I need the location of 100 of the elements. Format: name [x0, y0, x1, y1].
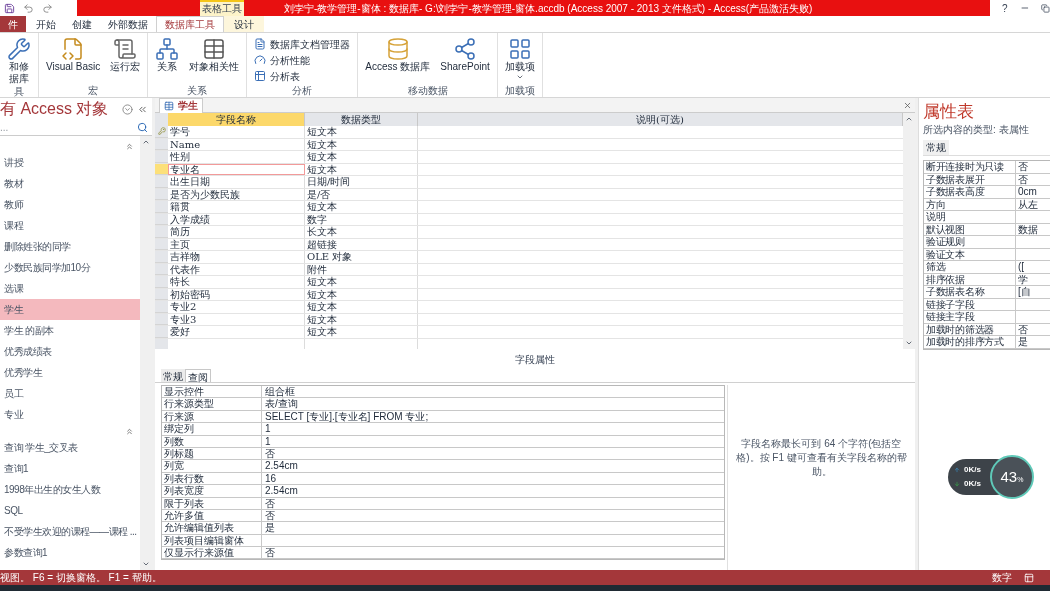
table-cell[interactable]: 特长	[168, 276, 305, 288]
table-cell[interactable]: 籍贯	[168, 201, 305, 213]
nav-item[interactable]: 查询 学生_交叉表	[0, 437, 140, 458]
table-cell[interactable]: 短文本	[305, 301, 418, 313]
nav-item[interactable]: 课程	[0, 215, 140, 236]
help-button[interactable]: ?	[1002, 0, 1008, 16]
redo-icon[interactable]	[42, 2, 53, 14]
row-selector[interactable]	[155, 251, 168, 263]
table-cell[interactable]: 出生日期	[168, 176, 305, 188]
table-cell[interactable]: 短文本	[305, 276, 418, 288]
scroll-down-icon[interactable]	[905, 339, 913, 347]
property-value[interactable]: 否	[262, 497, 724, 509]
table-cell[interactable]: 超链接	[305, 238, 418, 250]
property-value[interactable]: 否	[262, 447, 724, 460]
table-cell[interactable]: 数字	[305, 213, 418, 225]
search-field[interactable]: ...	[0, 120, 137, 135]
table-cell[interactable]: 学号	[168, 126, 305, 138]
ribbon-button[interactable]: 和修 据库	[3, 33, 35, 85]
collapse-icon[interactable]	[125, 141, 134, 151]
scroll-up-icon[interactable]	[905, 115, 913, 123]
nav-item[interactable]: 学生 的副本	[0, 320, 140, 341]
table-cell[interactable]: 短文本	[305, 138, 418, 150]
row-selector[interactable]	[155, 276, 168, 288]
table-cell[interactable]: 短文本	[305, 288, 418, 300]
property-value[interactable]: 数据	[1016, 223, 1050, 235]
column-header[interactable]: 数据类型	[305, 113, 418, 126]
row-selector[interactable]	[155, 126, 168, 138]
row-selector[interactable]	[155, 338, 168, 349]
ribbon-button[interactable]: 对象相关性	[185, 33, 244, 73]
scrollbar[interactable]	[140, 136, 152, 570]
column-header[interactable]: 字段名称	[168, 113, 305, 126]
table-cell[interactable]: 短文本	[305, 201, 418, 213]
save-icon[interactable]	[4, 2, 15, 14]
ribbon-button[interactable]: Visual Basic	[42, 33, 105, 73]
table-cell[interactable]: 吉祥物	[168, 251, 305, 263]
nav-item[interactable]: 优秀学生	[0, 362, 140, 383]
table-cell[interactable]: 短文本	[305, 151, 418, 163]
table-cell[interactable]: 简历	[168, 226, 305, 238]
ribbon-tab[interactable]: 创建	[64, 16, 100, 32]
property-tab[interactable]: 常规	[923, 140, 949, 155]
table-cell[interactable]: 短文本	[305, 326, 418, 338]
table-cell[interactable]: 短文本	[305, 163, 418, 175]
restore-icon[interactable]	[1041, 3, 1050, 13]
property-value[interactable]: 否	[1016, 173, 1050, 185]
row-selector[interactable]	[155, 151, 168, 163]
scrollbar[interactable]	[903, 113, 915, 349]
property-value[interactable]: 2.54cm	[262, 485, 724, 497]
ribbon-tab[interactable]: 开始	[28, 16, 64, 32]
property-tab[interactable]: 查阅	[185, 369, 211, 382]
nav-item[interactable]: 少数民族同学加10分	[0, 257, 140, 278]
property-value[interactable]: 是	[1016, 336, 1050, 348]
nav-item[interactable]: 删除姓张的同学	[0, 236, 140, 257]
row-selector[interactable]	[155, 201, 168, 213]
ribbon-button[interactable]: 数据库文档管理器	[250, 36, 355, 52]
nav-item[interactable]: 1998年出生的女生人数	[0, 479, 140, 500]
nav-item[interactable]: 选课	[0, 278, 140, 299]
nav-item[interactable]: 教师	[0, 194, 140, 215]
row-selector[interactable]	[155, 226, 168, 238]
property-value[interactable]: 组合框	[262, 386, 724, 398]
property-value[interactable]: 0cm	[1016, 186, 1050, 198]
ribbon-button[interactable]: 加载项	[500, 33, 539, 81]
property-value[interactable]: 1	[262, 423, 724, 435]
property-tab[interactable]: 常规	[161, 369, 185, 382]
ribbon-button[interactable]: 分析性能	[250, 52, 355, 68]
dropdown-icon[interactable]	[122, 103, 133, 115]
nav-item[interactable]: 优秀成绩表	[0, 341, 140, 362]
property-value[interactable]: 否	[1016, 323, 1050, 335]
table-cell[interactable]: 主页	[168, 238, 305, 250]
property-value[interactable]: [自	[1016, 286, 1050, 298]
view-icon[interactable]	[1024, 572, 1034, 583]
table-cell[interactable]: 代表作	[168, 263, 305, 275]
ribbon-button[interactable]: Access 数据库	[361, 33, 435, 73]
property-value[interactable]: 表/查询	[262, 398, 724, 410]
ribbon-tab[interactable]: 外部数据	[100, 16, 156, 32]
table-cell[interactable]: 性别	[168, 151, 305, 163]
property-value[interactable]: 2.54cm	[262, 460, 724, 472]
undo-icon[interactable]	[23, 2, 34, 14]
nav-item[interactable]: SQL	[0, 500, 140, 521]
ribbon-button[interactable]: SharePoint	[436, 33, 494, 73]
table-cell[interactable]: 日期/时间	[305, 176, 418, 188]
table-cell[interactable]: 长文本	[305, 226, 418, 238]
property-value[interactable]: 是	[262, 522, 724, 534]
table-cell[interactable]: 初始密码	[168, 288, 305, 300]
property-value[interactable]: 否	[262, 547, 724, 559]
collapse-icon[interactable]	[125, 426, 134, 436]
row-selector[interactable]	[155, 326, 168, 338]
table-cell[interactable]: 专业3	[168, 313, 305, 325]
property-value[interactable]: 学	[1016, 273, 1050, 285]
table-cell[interactable]: 专业2	[168, 301, 305, 313]
ribbon-button[interactable]: 分析表	[250, 68, 355, 84]
property-value[interactable]: 否	[1016, 161, 1050, 173]
ribbon-tab[interactable]: 件	[0, 16, 26, 32]
property-value[interactable]: 1	[262, 435, 724, 447]
scroll-down-icon[interactable]	[142, 560, 150, 568]
nav-item[interactable]: 查询1	[0, 458, 140, 479]
nav-item[interactable]: 参数查询1	[0, 542, 140, 563]
nav-item[interactable]: 学生	[0, 299, 140, 320]
ribbon-tab[interactable]: 设计	[224, 16, 264, 32]
table-cell[interactable]: 入学成绩	[168, 213, 305, 225]
table-cell[interactable]: OLE 对象	[305, 251, 418, 263]
